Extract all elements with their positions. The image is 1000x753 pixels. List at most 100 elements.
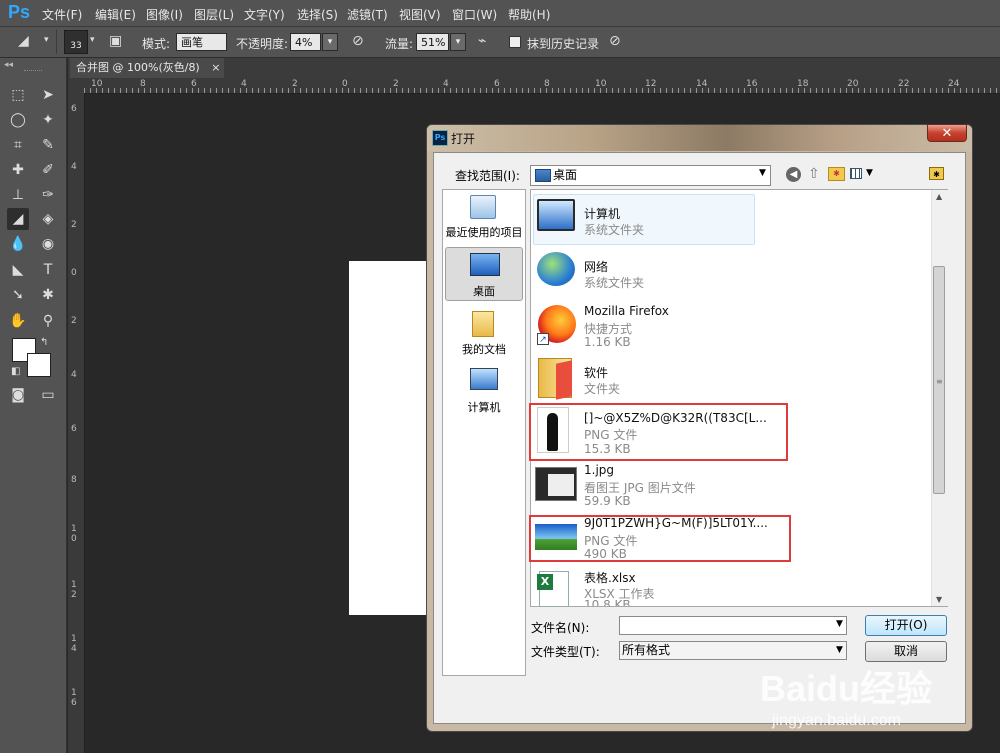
- scroll-down-icon[interactable]: ▼: [936, 595, 942, 604]
- menu-edit[interactable]: 编辑(E): [95, 6, 136, 23]
- collapse-icon[interactable]: ◂◂: [4, 60, 13, 70]
- ruler-tick-label: 1 2: [71, 580, 77, 600]
- healing-brush-tool-icon[interactable]: ✚: [7, 159, 29, 181]
- eraser-tool-preset-icon[interactable]: ◢: [18, 33, 29, 49]
- eyedropper-tool-icon[interactable]: ✎: [37, 134, 59, 156]
- brush-picker-chevron-icon[interactable]: ▾: [90, 35, 95, 45]
- document-tab[interactable]: 合并图 @ 100%(灰色/8) ×: [70, 58, 224, 78]
- flow-label: 流量:: [385, 37, 414, 51]
- dialog-titlebar[interactable]: [427, 125, 972, 151]
- place-computer[interactable]: 计算机: [442, 399, 526, 415]
- swap-colors-icon[interactable]: ↰: [40, 337, 48, 348]
- quick-mask-icon[interactable]: ◙: [7, 384, 29, 406]
- blur-tool-icon[interactable]: 💧: [7, 233, 29, 255]
- back-icon[interactable]: ◀: [786, 167, 801, 182]
- type-tool-icon[interactable]: T: [37, 259, 59, 281]
- opacity-label: 不透明度:: [236, 37, 289, 51]
- menu-type[interactable]: 文字(Y): [244, 6, 285, 23]
- brush-size-preview[interactable]: 33: [64, 30, 88, 54]
- open-button[interactable]: 打开(O): [865, 615, 947, 636]
- opacity-dropdown-button[interactable]: ▾: [322, 33, 338, 51]
- paint-bucket-tool-icon[interactable]: ◈: [37, 208, 59, 230]
- menu-file[interactable]: 文件(F): [42, 6, 82, 23]
- background-color-swatch[interactable]: [27, 353, 51, 377]
- shortcut-arrow-icon: ↗: [537, 333, 549, 345]
- network-icon: [537, 252, 575, 286]
- menu-filter[interactable]: 滤镜(T): [347, 6, 388, 23]
- baidu-watermark: Baidu经验: [760, 668, 933, 709]
- file-name[interactable]: 网络: [584, 258, 608, 275]
- menu-layer[interactable]: 图层(L): [194, 6, 234, 23]
- pressure-size-icon[interactable]: ⊘: [609, 33, 621, 49]
- file-name[interactable]: 9J0T1PZWH}G~M(F)]5LT01Y....: [584, 516, 768, 530]
- documents-icon[interactable]: [472, 311, 494, 337]
- view-chevron-icon[interactable]: ▼: [866, 168, 873, 178]
- shape-tool-icon[interactable]: ✱: [37, 284, 59, 306]
- desktop-icon: [470, 253, 500, 276]
- recent-icon[interactable]: [470, 195, 496, 219]
- folder-settings-icon[interactable]: ✱: [929, 167, 944, 180]
- jpg-thumbnail-content: [548, 474, 574, 496]
- screen-mode-icon[interactable]: ▭: [37, 384, 59, 406]
- default-colors-icon[interactable]: ◧: [11, 366, 20, 377]
- document-canvas[interactable]: [349, 261, 429, 615]
- filetype-chevron-icon[interactable]: ▼: [836, 645, 843, 655]
- file-name[interactable]: 表格.xlsx: [584, 569, 636, 586]
- file-name[interactable]: []~@X5Z%D@K32R((T83C[L...: [584, 411, 767, 425]
- scroll-up-icon[interactable]: ▲: [936, 192, 942, 201]
- mode-label: 模式:: [142, 37, 171, 51]
- flow-dropdown-button[interactable]: ▾: [450, 33, 466, 51]
- chevron-down-icon[interactable]: ▾: [44, 35, 49, 45]
- pen-tool-icon[interactable]: ◣: [7, 259, 29, 281]
- dodge-tool-icon[interactable]: ◉: [37, 233, 59, 255]
- toolbox-grip: [24, 70, 42, 73]
- airbrush-icon[interactable]: ⌁: [478, 33, 486, 49]
- look-in-select[interactable]: 桌面: [530, 165, 771, 186]
- filename-input[interactable]: [619, 616, 847, 635]
- zoom-tool-icon[interactable]: ⚲: [37, 310, 59, 332]
- crop-tool-icon[interactable]: ⌗: [7, 134, 29, 156]
- mode-select[interactable]: 画笔: [176, 33, 227, 51]
- opacity-input[interactable]: 4%: [290, 33, 321, 51]
- lasso-tool-icon[interactable]: ◯: [7, 109, 29, 131]
- menu-help[interactable]: 帮助(H): [508, 6, 550, 23]
- file-name[interactable]: 软件: [584, 364, 608, 381]
- computer-icon: [537, 199, 575, 231]
- magic-wand-tool-icon[interactable]: ✦: [37, 109, 59, 131]
- brush-panel-icon[interactable]: ▣: [109, 33, 122, 49]
- move-tool-icon[interactable]: ➤: [37, 84, 59, 106]
- eraser-tool-icon[interactable]: ◢: [7, 208, 29, 230]
- filetype-value: 所有格式: [622, 643, 671, 657]
- place-documents[interactable]: 我的文档: [442, 341, 526, 357]
- up-folder-icon[interactable]: ⇧: [808, 166, 820, 182]
- brush-tool-icon[interactable]: ✐: [37, 159, 59, 181]
- file-name[interactable]: Mozilla Firefox: [584, 304, 669, 318]
- cancel-button[interactable]: 取消: [865, 641, 947, 662]
- clone-stamp-tool-icon[interactable]: ⊥: [7, 184, 29, 206]
- marquee-tool-icon[interactable]: ⬚: [7, 84, 29, 106]
- flow-input[interactable]: 51%: [416, 33, 449, 51]
- filename-chevron-icon[interactable]: ▼: [836, 619, 843, 629]
- file-name[interactable]: 计算机: [584, 205, 620, 222]
- file-name[interactable]: 1.jpg: [584, 463, 614, 477]
- tab-close-icon[interactable]: ×: [211, 61, 220, 74]
- menu-view[interactable]: 视图(V): [399, 6, 441, 23]
- hand-tool-icon[interactable]: ✋: [7, 310, 29, 332]
- erase-to-history-checkbox[interactable]: [509, 36, 521, 48]
- menu-image[interactable]: 图像(I): [146, 6, 183, 23]
- dialog-close-button[interactable]: ✕: [927, 124, 967, 142]
- view-menu-icon[interactable]: [850, 168, 862, 179]
- filetype-select[interactable]: 所有格式: [619, 641, 847, 660]
- history-brush-tool-icon[interactable]: ✑: [37, 184, 59, 206]
- new-folder-icon[interactable]: ✱: [828, 167, 845, 181]
- pressure-opacity-icon[interactable]: ⊘: [352, 33, 364, 49]
- look-in-chevron-icon[interactable]: ▼: [759, 168, 766, 178]
- path-selection-tool-icon[interactable]: ➘: [7, 284, 29, 306]
- menu-window[interactable]: 窗口(W): [452, 6, 497, 23]
- ruler-tick-label: 6: [71, 104, 77, 114]
- file-size: 1.16 KB: [584, 335, 631, 349]
- computer-icon[interactable]: [470, 368, 498, 390]
- place-desktop[interactable]: 桌面: [442, 283, 526, 299]
- menu-select[interactable]: 选择(S): [297, 6, 338, 23]
- place-recent[interactable]: 最近使用的项目: [442, 224, 526, 240]
